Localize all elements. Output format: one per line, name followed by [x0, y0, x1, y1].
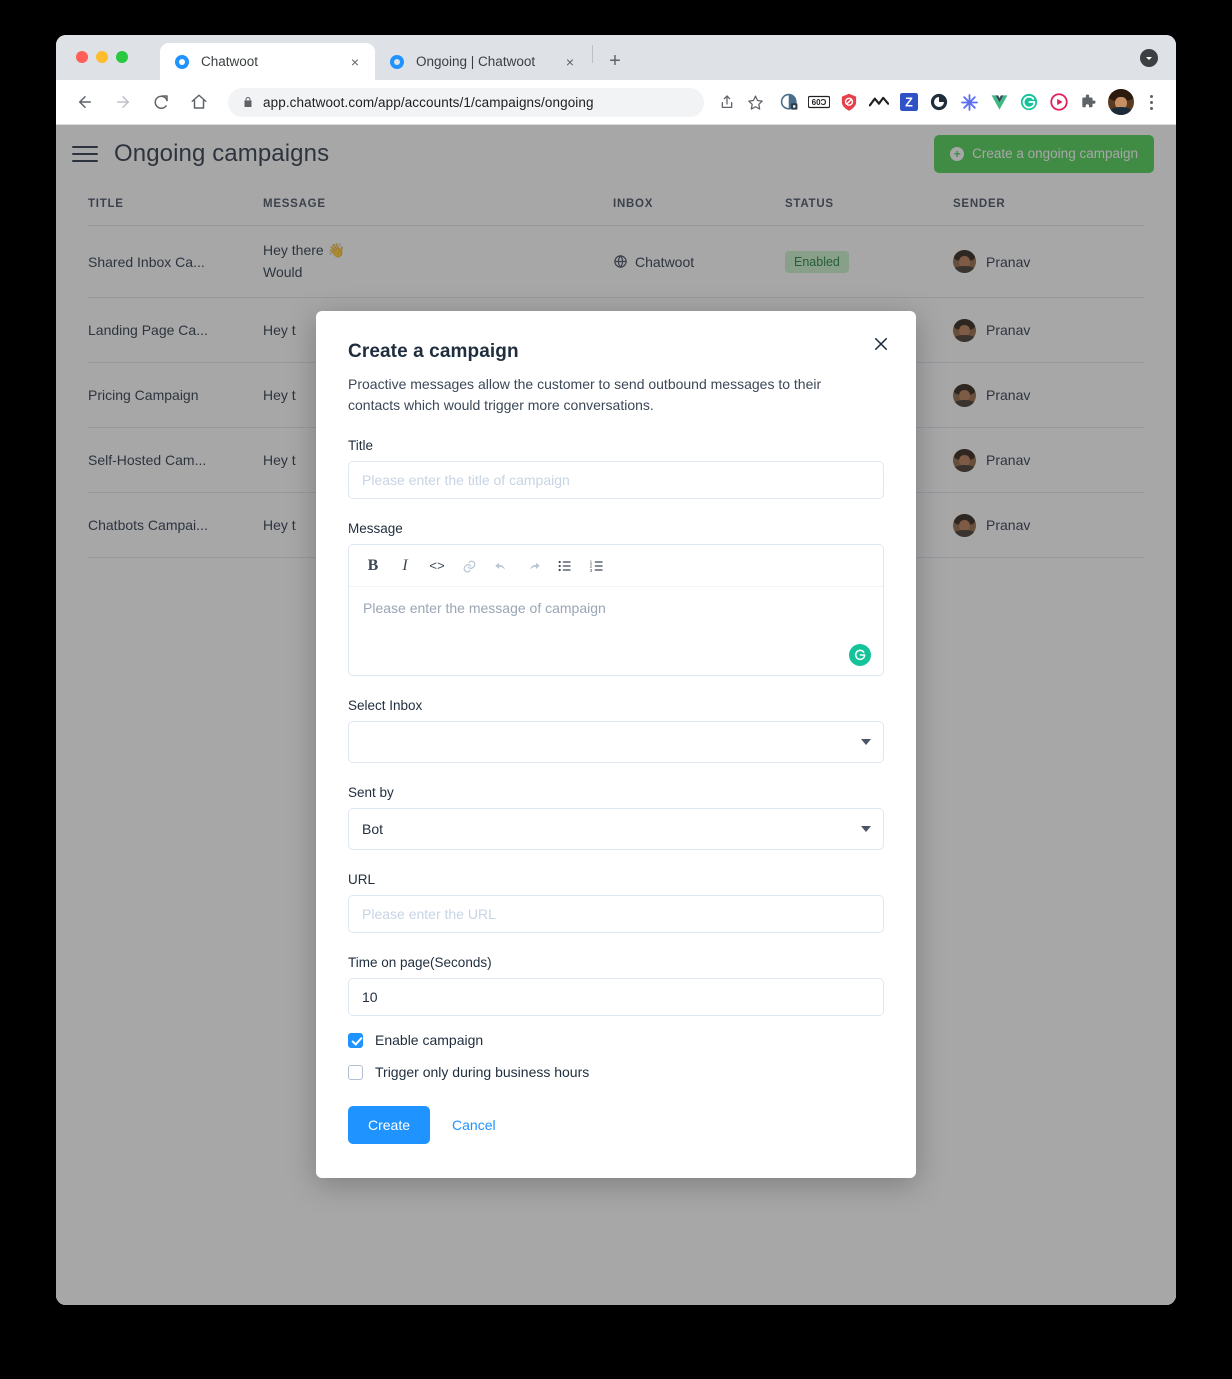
- chatwoot-favicon: [174, 54, 190, 70]
- extension-privacy-badger-icon[interactable]: [774, 87, 804, 117]
- bold-icon[interactable]: B: [361, 554, 385, 578]
- extension-adblock-shield-icon[interactable]: [834, 87, 864, 117]
- numbered-list-icon[interactable]: 123: [585, 554, 609, 578]
- browser-tab-title: Chatwoot: [201, 54, 259, 69]
- extension-goo-icon[interactable]: 60Ɔ: [804, 87, 834, 117]
- business-hours-label: Trigger only during business hours: [375, 1064, 590, 1080]
- campaign-title-input[interactable]: [348, 461, 884, 499]
- field-time-on-page: Time on page(Seconds): [348, 955, 884, 1016]
- browser-menu-button[interactable]: [1138, 87, 1164, 117]
- label-message: Message: [348, 521, 403, 536]
- extensions-puzzle-icon[interactable]: [1074, 87, 1104, 117]
- select-inbox-wrap: [348, 721, 884, 763]
- page-viewport: Ongoing campaigns + Create a ongoing cam…: [56, 125, 1176, 1305]
- back-button[interactable]: [70, 87, 100, 117]
- url-input[interactable]: [348, 895, 884, 933]
- modal-title: Create a campaign: [348, 341, 519, 362]
- field-sent-by: Sent by Bot: [348, 785, 884, 850]
- address-bar[interactable]: app.chatwoot.com/app/accounts/1/campaign…: [228, 87, 704, 117]
- label-sent-by: Sent by: [348, 785, 394, 800]
- field-title: Title: [348, 438, 884, 499]
- close-window-button[interactable]: [76, 51, 88, 63]
- code-icon[interactable]: <>: [425, 554, 449, 578]
- grammarly-icon[interactable]: [849, 644, 871, 666]
- bullet-list-icon[interactable]: [553, 554, 577, 578]
- modal-actions: Create Cancel: [348, 1106, 884, 1144]
- create-button[interactable]: Create: [348, 1106, 431, 1144]
- bookmark-star-icon[interactable]: [742, 89, 768, 115]
- field-url: URL: [348, 872, 884, 933]
- close-tab-button[interactable]: ×: [345, 52, 365, 72]
- modal-overlay[interactable]: Create a campaign Proactive messages all…: [56, 125, 1176, 1305]
- svg-text:60Ɔ: 60Ɔ: [812, 98, 827, 107]
- select-inbox-dropdown[interactable]: [348, 721, 884, 763]
- share-icon[interactable]: [714, 89, 740, 115]
- message-textarea[interactable]: Please enter the message of campaign: [349, 587, 883, 675]
- svg-text:3: 3: [590, 568, 593, 573]
- business-hours-row[interactable]: Trigger only during business hours: [348, 1064, 884, 1080]
- close-icon[interactable]: [868, 331, 894, 357]
- enable-campaign-checkbox[interactable]: [348, 1032, 363, 1048]
- cancel-button[interactable]: Cancel: [440, 1106, 508, 1144]
- extension-asterisk-icon[interactable]: [954, 87, 984, 117]
- extension-loom-icon[interactable]: [1044, 87, 1074, 117]
- extension-vue-devtools-icon[interactable]: [984, 87, 1014, 117]
- extensions-strip: 60Ɔ Z: [774, 87, 1104, 117]
- close-tab-button[interactable]: ×: [560, 52, 580, 72]
- window-traffic-lights: [76, 51, 128, 63]
- sent-by-wrap: Bot: [348, 808, 884, 850]
- extension-zotero-icon[interactable]: Z: [894, 87, 924, 117]
- tab-list-chevron-down-icon[interactable]: [1140, 49, 1158, 67]
- extension-mm-icon[interactable]: [864, 87, 894, 117]
- undo-icon[interactable]: [489, 554, 513, 578]
- home-button[interactable]: [184, 87, 214, 117]
- chatwoot-favicon: [389, 54, 405, 70]
- svg-text:Z: Z: [905, 96, 913, 110]
- forward-button[interactable]: [108, 87, 138, 117]
- browser-tab-ongoing-chatwoot[interactable]: Ongoing | Chatwoot ×: [375, 43, 590, 80]
- link-icon[interactable]: [457, 554, 481, 578]
- url-text: app.chatwoot.com/app/accounts/1/campaign…: [263, 94, 594, 110]
- redo-icon[interactable]: [521, 554, 545, 578]
- new-tab-button[interactable]: +: [601, 47, 629, 75]
- label-time-on-page: Time on page(Seconds): [348, 955, 492, 970]
- extension-grammarly-icon[interactable]: [1014, 87, 1044, 117]
- tab-divider: [592, 44, 593, 63]
- message-placeholder: Please enter the message of campaign: [363, 600, 606, 616]
- create-campaign-modal: Create a campaign Proactive messages all…: [316, 311, 916, 1178]
- enable-campaign-label: Enable campaign: [375, 1032, 484, 1048]
- browser-toolbar: app.chatwoot.com/app/accounts/1/campaign…: [56, 80, 1176, 125]
- sent-by-dropdown[interactable]: Bot: [348, 808, 884, 850]
- enable-campaign-row[interactable]: Enable campaign: [348, 1032, 884, 1048]
- label-title: Title: [348, 438, 374, 453]
- browser-tab-title: Ongoing | Chatwoot: [416, 54, 536, 69]
- italic-icon[interactable]: I: [393, 554, 417, 578]
- time-on-page-input[interactable]: [348, 978, 884, 1016]
- maximize-window-button[interactable]: [116, 51, 128, 63]
- business-hours-checkbox[interactable]: [348, 1064, 363, 1080]
- label-url: URL: [348, 872, 376, 887]
- modal-description: Proactive messages allow the customer to…: [348, 376, 822, 413]
- field-select-inbox: Select Inbox: [348, 698, 884, 763]
- tab-strip: Chatwoot × Ongoing | Chatwoot × +: [56, 35, 1176, 80]
- browser-tab-chatwoot[interactable]: Chatwoot ×: [160, 43, 375, 80]
- minimize-window-button[interactable]: [96, 51, 108, 63]
- editor-toolbar: B I <> 1 2 3: [349, 545, 883, 587]
- label-select-inbox: Select Inbox: [348, 698, 423, 713]
- profile-avatar[interactable]: [1108, 89, 1134, 115]
- reload-button[interactable]: [146, 87, 176, 117]
- lock-icon: [242, 96, 254, 108]
- message-editor: B I <> 1 2 3 Please enter the message of…: [348, 544, 884, 676]
- browser-window: Chatwoot × Ongoing | Chatwoot × + app.ch…: [56, 35, 1176, 1305]
- field-message: Message B I <> 1 2 3 Please enter the me…: [348, 521, 884, 676]
- extension-clockify-icon[interactable]: [924, 87, 954, 117]
